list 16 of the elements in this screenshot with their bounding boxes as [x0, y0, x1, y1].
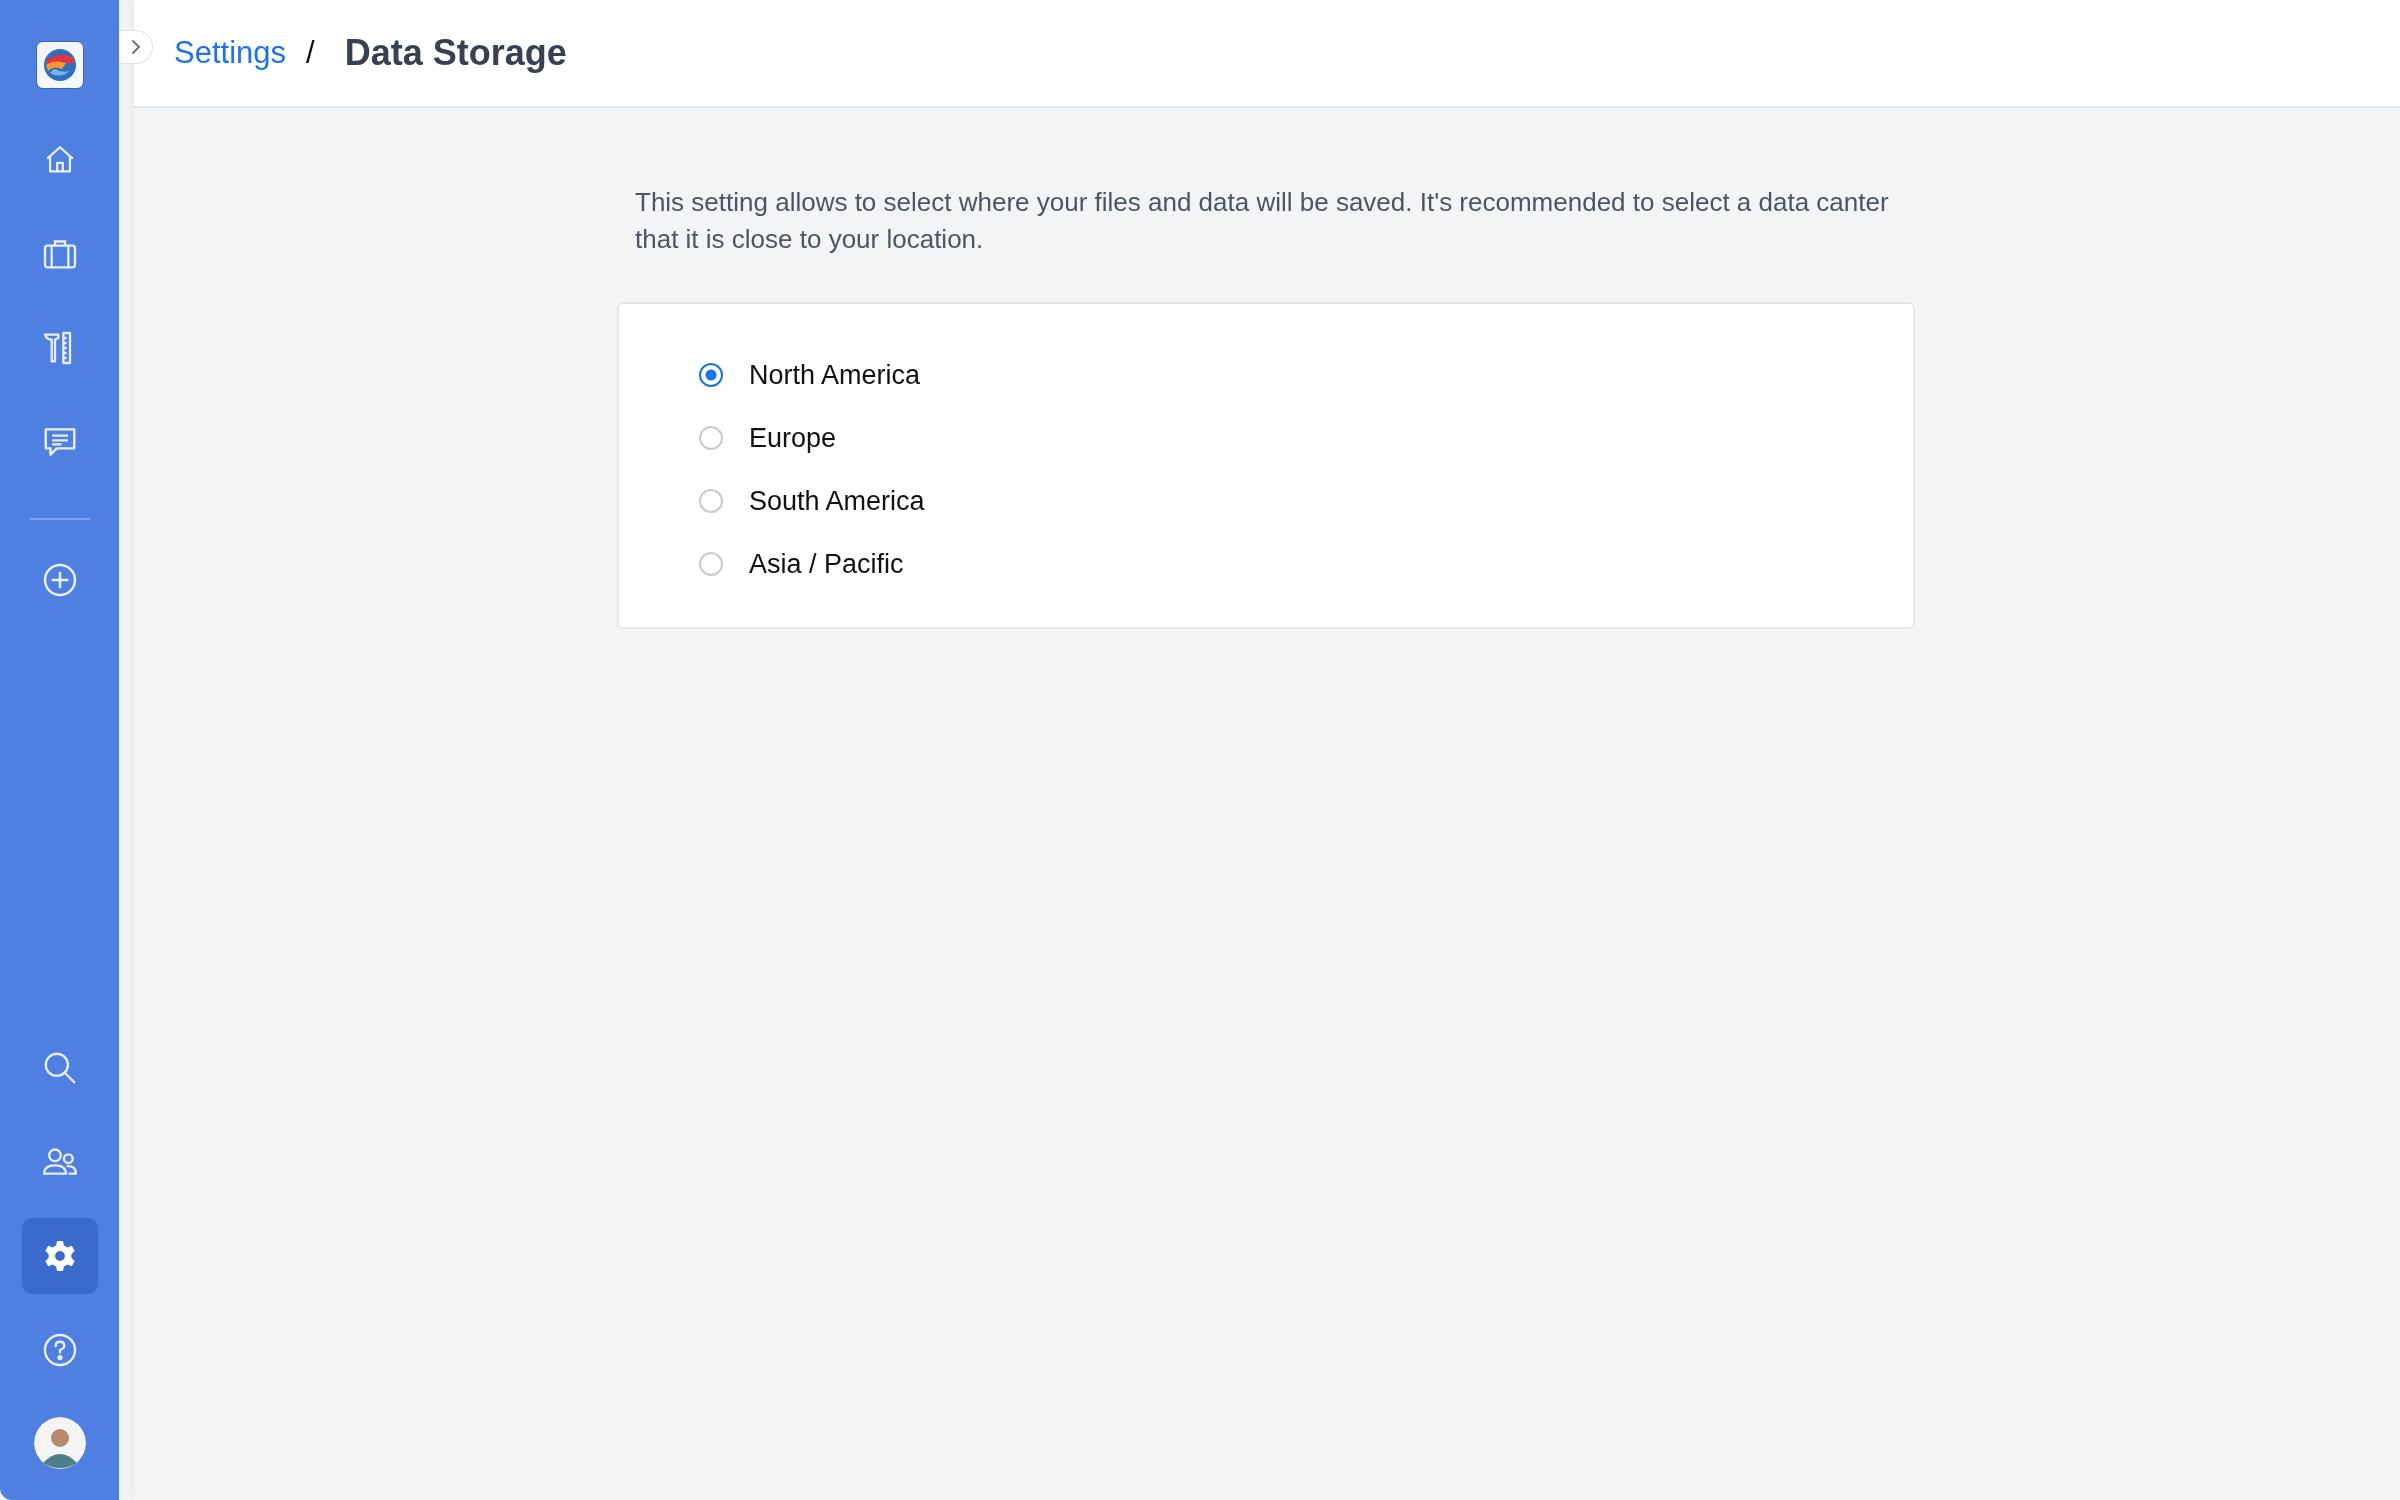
- radio-button[interactable]: [699, 426, 723, 450]
- region-option[interactable]: Europe: [699, 419, 837, 457]
- radio-button[interactable]: [699, 363, 723, 387]
- radio-button[interactable]: [699, 489, 723, 513]
- radio-button[interactable]: [699, 552, 723, 576]
- region-option[interactable]: Asia / Pacific: [699, 545, 904, 583]
- logo-icon[interactable]: [35, 41, 84, 89]
- breadcrumb-separator: /: [306, 35, 315, 71]
- page-title: Data Storage: [344, 32, 567, 74]
- breadcrumb-link[interactable]: Settings: [174, 35, 286, 71]
- sidebar-toggle-button[interactable]: [119, 30, 153, 64]
- nav-settings-button[interactable]: [21, 1218, 98, 1294]
- region-option[interactable]: South America: [699, 482, 925, 520]
- description-text: This setting allows to select where your files and data will be saved. It's recommended to select a data canter that it is close to your location.: [634, 186, 1890, 256]
- region-option[interactable]: North America: [699, 356, 921, 394]
- avatar[interactable]: [33, 1417, 86, 1469]
